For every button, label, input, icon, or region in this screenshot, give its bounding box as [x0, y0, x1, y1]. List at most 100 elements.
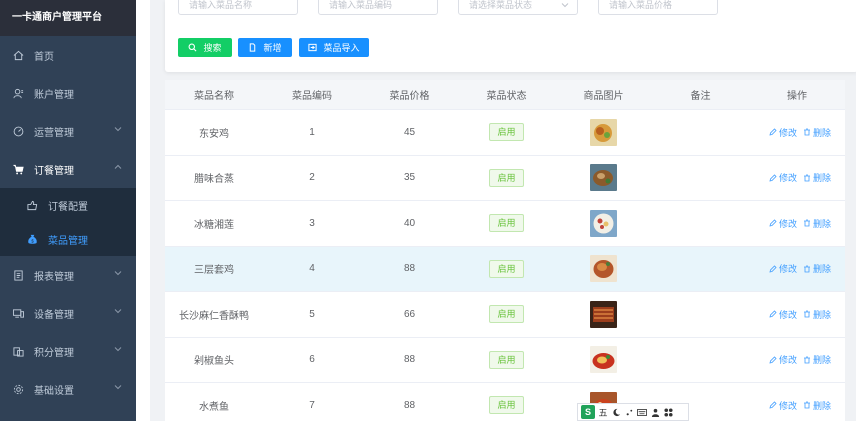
edit-label: 修改 [778, 173, 797, 184]
user-icon[interactable] [650, 407, 660, 417]
cell-price: 40 [403, 217, 416, 229]
delete-button[interactable]: 删除 [803, 308, 831, 321]
status-badge: 启用 [489, 305, 524, 324]
search-button[interactable]: 搜索 [178, 38, 232, 57]
edit-button[interactable]: 修改 [769, 399, 797, 412]
chevron-down-icon [114, 345, 122, 353]
cell-price: 66 [403, 308, 416, 320]
dish-image[interactable] [590, 209, 617, 237]
search-panel: 请输入菜品名称 请输入菜品编码 请选择菜品状态 请输入菜品价格 搜索 新增 菜品… [165, 0, 858, 72]
status-select-placeholder: 请选择菜品状态 [469, 0, 533, 10]
import-button[interactable]: 菜品导入 [299, 38, 369, 57]
sidebar-item-operations[interactable]: 运营管理 [0, 112, 136, 150]
header-dish-price: 菜品价格 [389, 91, 430, 102]
edit-icon [769, 401, 777, 409]
cell-name: 腊味合蒸 [194, 174, 234, 186]
header-remark: 备注 [690, 91, 711, 102]
edit-icon [769, 356, 777, 364]
scrollbar[interactable] [856, 0, 860, 421]
cell-price: 88 [403, 263, 416, 275]
edit-button[interactable]: 修改 [769, 171, 797, 184]
config-icon [26, 199, 38, 211]
table-header: 菜品名称 菜品编码 菜品价格 菜品状态 商品图片 备注 操作 [165, 80, 845, 110]
dish-status-select[interactable]: 请选择菜品状态 [458, 0, 578, 15]
sidebar-item-label: 运营管理 [34, 127, 74, 139]
trash-icon [803, 128, 810, 136]
status-badge: 启用 [489, 259, 524, 278]
edit-icon [769, 310, 777, 318]
edit-button[interactable]: 修改 [769, 308, 797, 321]
cell-code: 2 [309, 172, 315, 184]
dish-image[interactable] [590, 300, 617, 328]
header-dish-status: 菜品状态 [486, 91, 527, 102]
table-row[interactable]: 冰糖湘莲 3 40 启用 修改 删除 [165, 201, 845, 247]
dish-image[interactable] [590, 164, 617, 192]
dish-price-input[interactable]: 请输入菜品价格 [598, 0, 718, 15]
cell-name: 东安鸡 [199, 128, 229, 140]
sidebar-item-devices[interactable]: 设备管理 [0, 294, 136, 332]
cell-code: 3 [309, 217, 315, 229]
edit-label: 修改 [778, 355, 797, 366]
delete-label: 删除 [812, 173, 831, 184]
sidebar-item-settings[interactable]: 基础设置 [0, 370, 136, 408]
dish-name-input[interactable]: 请输入菜品名称 [178, 0, 298, 15]
sidebar-item-label: 首页 [34, 51, 54, 63]
edit-label: 修改 [778, 400, 797, 411]
table-row[interactable]: 剁椒鱼头 6 88 启用 修改 删除 [165, 337, 845, 383]
sidebar-item-label: 报表管理 [34, 271, 74, 283]
delete-label: 删除 [812, 309, 831, 320]
sidebar-item-order-config[interactable]: 订餐配置 [0, 188, 136, 222]
status-badge: 启用 [489, 168, 524, 187]
delete-button[interactable]: 删除 [803, 171, 831, 184]
edit-button[interactable]: 修改 [769, 217, 797, 230]
sidebar-item-ordering[interactable]: 订餐管理 [0, 150, 136, 188]
dish-code-input[interactable]: 请输入菜品编码 [318, 0, 438, 15]
sub-item-label: 订餐配置 [48, 201, 88, 213]
table-row[interactable]: 水煮鱼 7 88 启用 修改 删除 [165, 383, 845, 421]
grid-icon[interactable] [663, 407, 673, 417]
moon-icon[interactable] [611, 407, 621, 417]
document-icon [250, 43, 256, 52]
sidebar-item-reports[interactable]: 报表管理 [0, 256, 136, 294]
edit-button[interactable]: 修改 [769, 262, 797, 275]
dish-image[interactable] [590, 118, 617, 146]
sidebar-item-account[interactable]: 账户管理 [0, 74, 136, 112]
table-row[interactable]: 腊味合蒸 2 35 启用 修改 删除 [165, 155, 845, 201]
edit-button[interactable]: 修改 [769, 353, 797, 366]
sidebar-item-label: 积分管理 [34, 347, 74, 359]
points-icon [12, 345, 24, 357]
device-icon [12, 307, 24, 319]
sidebar-item-points[interactable]: 积分管理 [0, 332, 136, 370]
sidebar-item-home[interactable]: 首页 [0, 36, 136, 74]
header-actions: 操作 [787, 91, 807, 102]
keyboard-icon[interactable] [637, 407, 647, 417]
sidebar-item-label: 订餐管理 [34, 165, 74, 177]
sidebar-item-dish-management[interactable]: $ 菜品管理 [0, 222, 136, 256]
cell-code: 1 [309, 126, 315, 138]
delete-button[interactable]: 删除 [803, 217, 831, 230]
punctuation-icon[interactable] [624, 407, 634, 417]
table-row[interactable]: 东安鸡 1 45 启用 修改 删除 [165, 110, 845, 156]
sidebar-item-label: 账户管理 [34, 89, 74, 101]
ime-toolbar[interactable]: S 五 [577, 403, 689, 421]
status-badge: 启用 [489, 214, 524, 233]
ime-mode-label[interactable]: 五 [598, 407, 608, 418]
chevron-down-icon [114, 269, 122, 277]
cell-name: 长沙麻仁香酥鸭 [179, 310, 249, 322]
search-icon [189, 43, 197, 52]
trash-icon [803, 265, 810, 273]
edit-button[interactable]: 修改 [769, 126, 797, 139]
dish-image[interactable] [590, 346, 617, 374]
table-row[interactable]: 长沙麻仁香酥鸭 5 66 启用 修改 删除 [165, 292, 845, 338]
dish-image[interactable] [590, 255, 617, 283]
delete-button[interactable]: 删除 [803, 262, 831, 275]
delete-button[interactable]: 删除 [803, 399, 831, 412]
add-button[interactable]: 新增 [238, 38, 292, 57]
cell-code: 6 [309, 354, 315, 366]
delete-button[interactable]: 删除 [803, 126, 831, 139]
edit-icon [769, 219, 777, 227]
table-row[interactable]: 三层套鸡 4 88 启用 修改 删除 [165, 246, 845, 292]
delete-button[interactable]: 删除 [803, 353, 831, 366]
import-icon [308, 43, 318, 52]
cell-name: 冰糖湘莲 [194, 219, 234, 231]
